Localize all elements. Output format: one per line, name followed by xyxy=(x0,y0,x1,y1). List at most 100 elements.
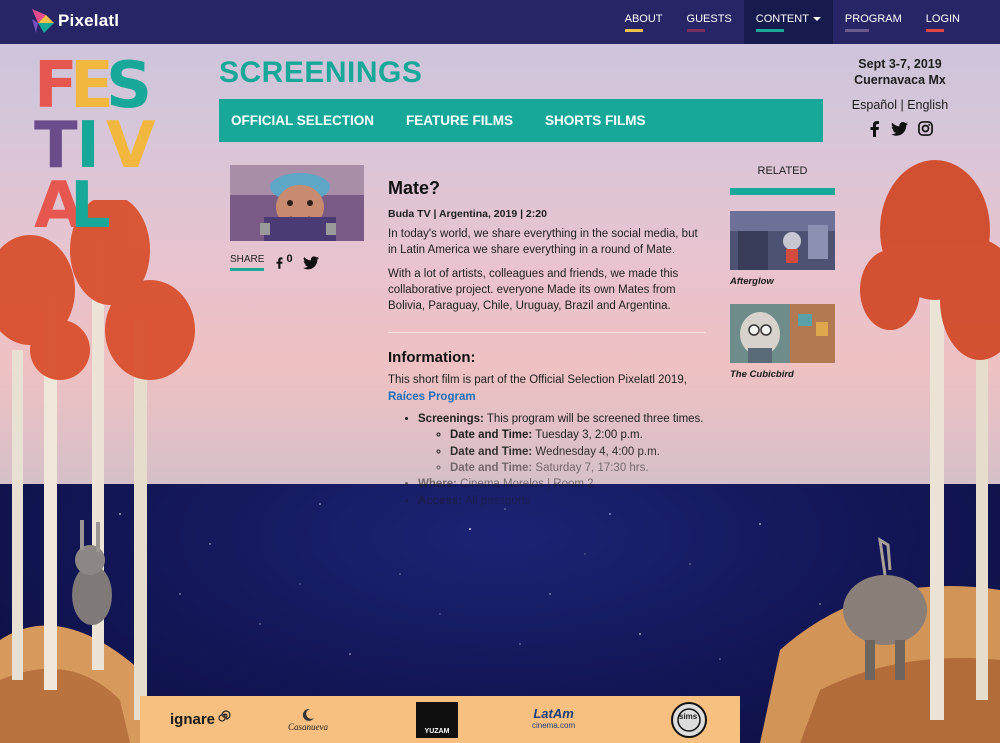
nav-about-underline xyxy=(624,29,643,32)
nav-login-label: LOGIN xyxy=(925,13,960,25)
nav-guests[interactable]: GUESTS xyxy=(675,0,744,44)
list-item: Date and Time: Saturday 7, 17:30 hrs. xyxy=(450,460,706,476)
information-text: This short film is part of the Official … xyxy=(388,372,706,405)
film-thumbnail-image xyxy=(230,165,364,241)
event-city: Cuernavaca Mx xyxy=(854,73,946,87)
festival-letter: T xyxy=(34,109,78,183)
list-item: Date and Time: Tuesday 3, 2:00 p.m. xyxy=(450,427,706,443)
related-thumbnail-image xyxy=(730,304,835,363)
sponsor-ignare-logo[interactable]: ignare xyxy=(170,696,231,743)
sponsor-yuzam-text: YUZAM xyxy=(424,728,450,735)
related-thumbnail-image xyxy=(730,211,835,270)
nav-program-underline xyxy=(844,29,869,32)
screenings-text: This program will be screened three time… xyxy=(483,413,704,426)
related-heading: RELATED xyxy=(730,165,835,195)
nav-about[interactable]: ABOUT xyxy=(613,0,675,44)
social-links xyxy=(836,121,964,137)
nav-guests-label: GUESTS xyxy=(686,13,732,25)
nav-login[interactable]: LOGIN xyxy=(914,0,972,44)
related-item-title: Afterglow xyxy=(730,276,774,287)
date-value: Tuesday 3, 2:00 p.m. xyxy=(532,429,643,442)
nav-program[interactable]: PROGRAM xyxy=(833,0,914,44)
twitter-icon[interactable] xyxy=(891,121,908,137)
date-time-label: Date and Time: xyxy=(450,461,533,474)
related-thumbnail xyxy=(730,304,835,363)
list-item: Screenings: This program will be screene… xyxy=(418,411,706,476)
related-panel: RELATED Afterglow The Cubicbird xyxy=(730,165,835,380)
share-bar: SHARE 0 xyxy=(230,252,319,271)
lang-separator: | xyxy=(896,98,908,112)
lang-spanish[interactable]: Español xyxy=(852,98,897,112)
related-item-afterglow[interactable]: Afterglow xyxy=(730,211,835,287)
event-info: Sept 3-7, 2019 Cuernavaca Mx Español | E… xyxy=(836,56,964,137)
related-item-title: The Cubicbird xyxy=(730,369,794,380)
sponsor-yuzam-logo[interactable]: YUZAM xyxy=(416,702,458,738)
tab-feature-films[interactable]: FEATURE FILMS xyxy=(394,99,513,142)
sponsor-ignare-text: ignare xyxy=(170,711,216,728)
nav-content[interactable]: CONTENT xyxy=(743,0,833,44)
sponsor-casanueva-logo[interactable]: Casanueva xyxy=(288,696,328,743)
festival-letter: V xyxy=(106,109,156,183)
spiral-icon xyxy=(218,709,231,722)
language-switcher: Español | English xyxy=(836,97,964,113)
film-description: In today's world, we share everything in… xyxy=(388,226,706,314)
film-details: Mate? Buda TV | Argentina, 2019 | 2:20 I… xyxy=(388,178,706,509)
film-description-p2: With a lot of artists, colleagues and fr… xyxy=(388,267,679,313)
film-title: Mate? xyxy=(388,178,441,198)
nav-about-label: ABOUT xyxy=(624,13,663,25)
sponsors-bar: ignare Casanueva YUZAM LatAm cinema.com … xyxy=(140,696,740,743)
share-count: 0 xyxy=(286,252,293,265)
sponsor-latam-cinema-logo[interactable]: LatAm cinema.com xyxy=(532,696,575,743)
main-menu: ABOUT GUESTS CONTENT PROGRAM LOGIN xyxy=(613,0,972,44)
where-text: Cinema Morelos | Room 2 xyxy=(456,478,594,491)
pixelatl-logo[interactable]: Pixelatl xyxy=(32,9,119,33)
top-navbar: Pixelatl ABOUT GUESTS CONTENT PROGRAM LO… xyxy=(0,0,1000,44)
raices-program-link[interactable]: Raíces Program xyxy=(388,391,476,403)
instagram-icon[interactable] xyxy=(918,121,933,136)
tab-shorts-films[interactable]: SHORTS FILMS xyxy=(533,99,646,142)
date-value: Saturday 7, 17:30 hrs. xyxy=(532,461,649,474)
sponsor-casanueva-text: Casanueva xyxy=(288,721,328,732)
brand-name: Pixelatl xyxy=(58,11,120,30)
sponsor-cinema-text: cinema.com xyxy=(532,720,576,730)
where-label: Where: xyxy=(418,478,457,491)
sponsor-latam-text: LatAm xyxy=(533,705,574,721)
list-item: Access: All passports xyxy=(418,493,706,509)
list-item: Date and Time: Wednesday 4, 4:00 p.m. xyxy=(450,444,706,460)
nav-content-underline xyxy=(755,29,784,32)
pixelatl-logo-icon xyxy=(32,9,54,33)
festival-letter: I xyxy=(76,109,100,183)
date-time-label: Date and Time: xyxy=(450,445,533,458)
access-label: Access: xyxy=(418,494,463,507)
moon-icon xyxy=(302,708,314,721)
divider xyxy=(388,332,706,334)
date-time-label: Date and Time: xyxy=(450,429,533,442)
twitter-share-icon[interactable] xyxy=(302,255,319,270)
left-trees-illustration xyxy=(0,200,195,743)
film-meta: Buda TV | Argentina, 2019 | 2:20 xyxy=(388,208,547,220)
nav-content-label: CONTENT xyxy=(755,13,809,25)
film-description-p1: In today's world, we share everything in… xyxy=(388,228,698,257)
access-text: All passports xyxy=(462,494,531,507)
film-thumbnail xyxy=(230,165,364,241)
sponsor-sims-logo[interactable]: sims xyxy=(670,696,708,743)
screenings-label: Screenings: xyxy=(418,413,484,426)
nav-program-label: PROGRAM xyxy=(844,13,902,25)
category-tabs: OFFICIAL SELECTION FEATURE FILMS SHORTS … xyxy=(219,99,823,142)
information-text-body: This short film is part of the Official … xyxy=(388,374,687,387)
caret-down-icon xyxy=(812,17,821,22)
facebook-share-icon[interactable] xyxy=(274,255,284,271)
facebook-icon[interactable] xyxy=(867,121,881,137)
page-title: SCREENINGS xyxy=(219,56,423,89)
date-value: Wednesday 4, 4:00 p.m. xyxy=(532,445,660,458)
tab-official-selection[interactable]: OFFICIAL SELECTION xyxy=(219,99,374,142)
festival-letter: S xyxy=(106,49,153,123)
festival-letter: L xyxy=(70,169,111,243)
dates-list: Date and Time: Tuesday 3, 2:00 p.m. Date… xyxy=(450,427,706,476)
lang-english[interactable]: English xyxy=(907,98,948,112)
list-item: Where: Cinema Morelos | Room 2 xyxy=(418,476,706,492)
sponsor-sims-text: sims xyxy=(679,712,698,721)
festival-letter: A xyxy=(34,169,84,243)
nav-guests-underline xyxy=(686,29,705,32)
related-item-cubicbird[interactable]: The Cubicbird xyxy=(730,304,835,380)
